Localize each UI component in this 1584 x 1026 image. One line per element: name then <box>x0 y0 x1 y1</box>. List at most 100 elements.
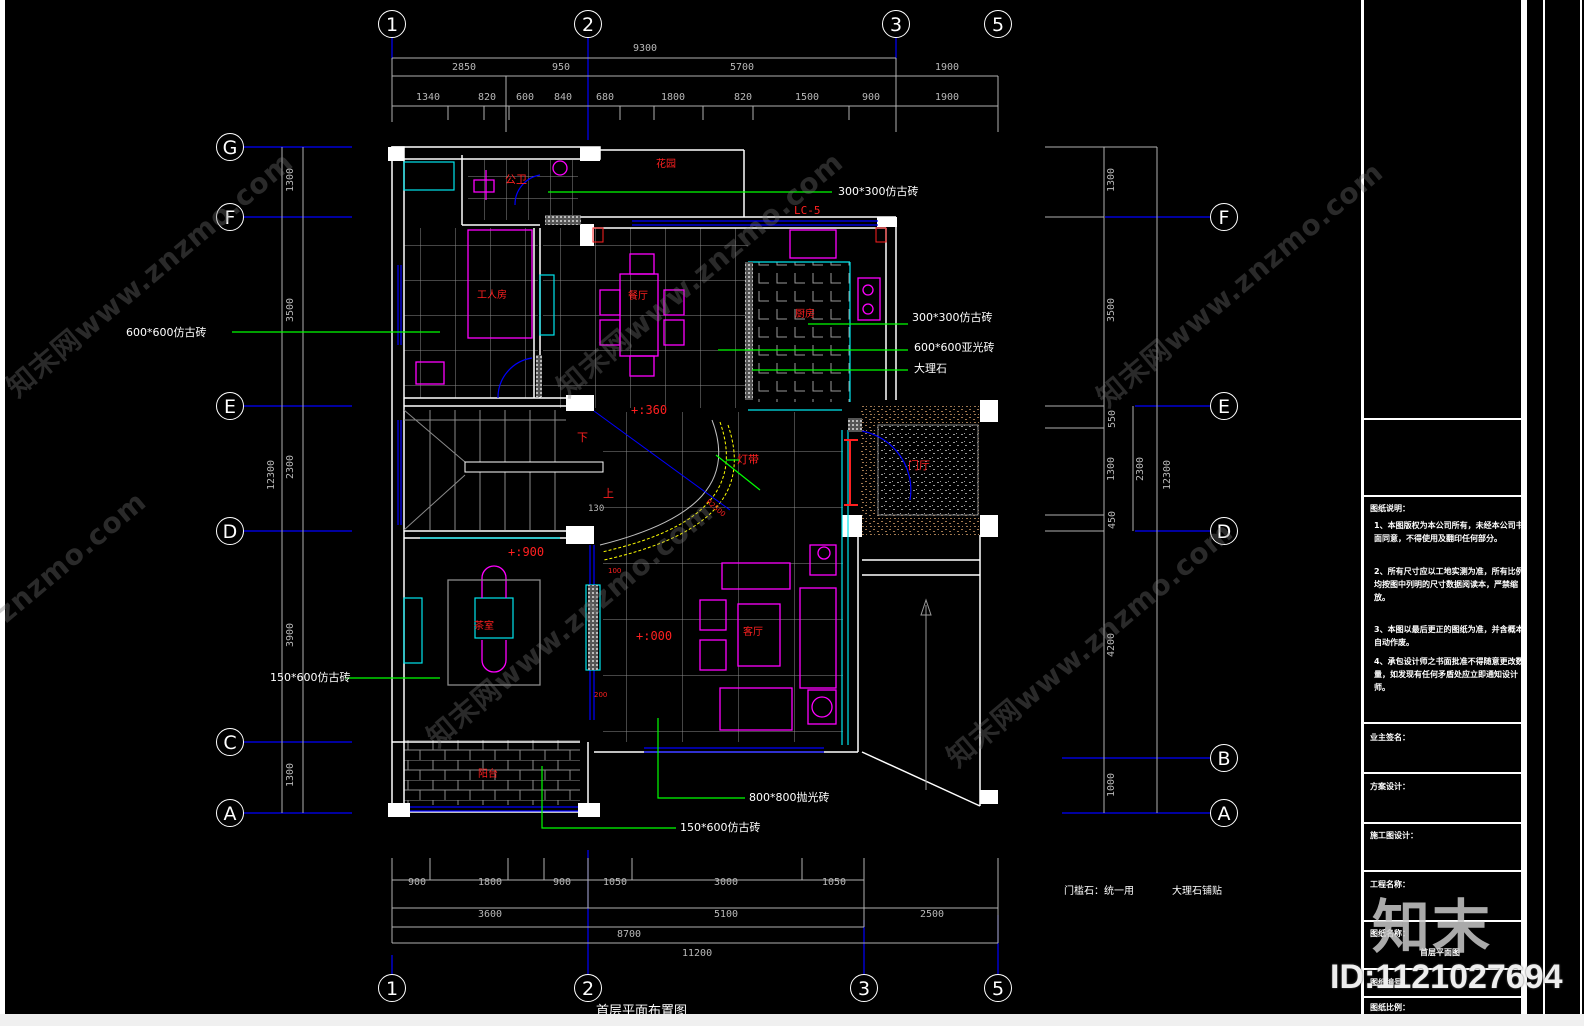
room-label-light-strip: 灯带 <box>737 453 759 466</box>
tb-note-3: 3、本图以最后更正的图纸为准，并含概本自动作废。 <box>1374 625 1524 647</box>
dim-top-5700: 5700 <box>730 62 755 73</box>
dim-bottom-900b: 900 <box>553 877 572 888</box>
axis-bubble-top-3: 3 <box>882 10 910 38</box>
stair-down-label: 下 <box>577 431 588 444</box>
dim-bottom-900a: 900 <box>408 877 427 888</box>
axis-bubble-right-A: A <box>1210 799 1238 827</box>
dim-top-1800: 1800 <box>661 92 686 103</box>
dim-top-1900a: 1900 <box>935 62 960 73</box>
axis-bubble-left-C: C <box>216 728 244 756</box>
dim-right-3500: 3500 <box>1106 297 1118 323</box>
watermark-id: ID:1121027694 <box>1330 958 1563 996</box>
dim-detail-200: 200 <box>594 691 608 699</box>
note-threshold-material: 大理石铺贴 <box>1172 886 1222 897</box>
dim-top-1900b: 1900 <box>935 92 960 103</box>
watermark-logo: 知末 <box>1372 893 1493 961</box>
room-label-tea-room: 茶室 <box>474 621 494 632</box>
note-kitchen-tile: 300*300仿古砖 <box>912 311 993 324</box>
tb-drawing-scale: 图纸比例： <box>1370 1003 1410 1012</box>
room-label-balcony: 阳台 <box>478 769 498 780</box>
dim-right-total: 12300 <box>1162 459 1174 491</box>
dim-right-450: 450 <box>1107 510 1119 530</box>
stair-up-label: 上 <box>603 487 614 500</box>
axis-bubble-top-2: 2 <box>574 10 602 38</box>
dim-right-2300: 2300 <box>1135 456 1147 482</box>
tb-divider-5 <box>1363 822 1523 824</box>
elevation-upper: +:360 <box>631 403 668 417</box>
axis-bubble-right-E: E <box>1210 392 1238 420</box>
dim-left-3500: 3500 <box>285 297 297 323</box>
note-marble: 大理石 <box>914 362 947 375</box>
axis-bubble-bottom-5: 5 <box>984 974 1012 1002</box>
elevation-living: +:000 <box>636 629 673 643</box>
tb-note-4: 4、承包设计师之书面批准不得随意更改数量，如发现有任何矛盾处应立即通知设计师。 <box>1374 657 1524 692</box>
dim-left-3900: 3900 <box>285 622 297 648</box>
note-dining-tile: 600*600亚光砖 <box>914 341 995 354</box>
axis-bubble-right-B: B <box>1210 744 1238 772</box>
dim-bottom-3600: 3600 <box>478 909 503 920</box>
note-tea-tile: 150*600仿古砖 <box>270 671 351 684</box>
viewport-bottom-edge <box>0 1014 1584 1026</box>
dim-bottom-1800: 1800 <box>478 877 503 888</box>
tb-note-2: 2、所有尺寸应以工地实测为准，所有比例均按图中列明的尺寸数据阅读本，严禁缩放。 <box>1374 567 1524 602</box>
room-label-garden: 花园 <box>656 159 676 170</box>
dim-top-820a: 820 <box>478 92 497 103</box>
axis-bubble-bottom-2: 2 <box>574 974 602 1002</box>
dim-top-680: 680 <box>596 92 615 103</box>
tb-note-1: 1、本图版权为本公司所有，未经本公司书面同意，不得使用及翻印任何部分。 <box>1374 521 1524 543</box>
dim-top-900: 900 <box>862 92 881 103</box>
stairs <box>403 409 604 531</box>
dim-top-total: 9300 <box>633 43 658 54</box>
cad-drawing-canvas: 1 2 3 5 1 2 3 5 G F E D C A F E D B A 93… <box>0 0 1584 1026</box>
tb-construction-design: 施工图设计： <box>1370 831 1418 840</box>
dim-bottom-1050b: 1050 <box>822 877 847 888</box>
room-label-public-bath: 公卫 <box>505 173 527 186</box>
room-label-servant-room: 工人房 <box>477 290 507 301</box>
dim-bottom-3000: 3000 <box>714 877 739 888</box>
dim-left-total: 12300 <box>266 459 278 491</box>
dim-top-840: 840 <box>554 92 573 103</box>
axis-bubble-bottom-3: 3 <box>850 974 878 1002</box>
note-servant-tile: 600*600仿古砖 <box>126 326 207 339</box>
note-balcony-tile: 150*600仿古砖 <box>680 821 761 834</box>
dim-right-1300: 1300 <box>1106 167 1118 193</box>
tb-divider-2 <box>1363 495 1523 497</box>
axis-bubble-left-E: E <box>216 392 244 420</box>
axis-bubble-left-G: G <box>216 133 244 161</box>
dim-bottom-total: 11200 <box>682 948 713 959</box>
room-label-kitchen: 厨房 <box>795 309 815 320</box>
dim-bottom-8700: 8700 <box>617 929 642 940</box>
axis-bubble-bottom-1: 1 <box>378 974 406 1002</box>
note-bath-tile: 300*300仿古砖 <box>838 185 919 198</box>
axis-bubble-top-1: 1 <box>378 10 406 38</box>
dim-top-600: 600 <box>516 92 535 103</box>
room-label-foyer: 门厅 <box>908 459 930 472</box>
dim-bottom-1050a: 1050 <box>603 877 628 888</box>
dim-top-950: 950 <box>552 62 571 73</box>
dim-top-2850: 2850 <box>452 62 477 73</box>
dim-bottom-2500: 2500 <box>920 909 945 920</box>
note-threshold: 门槛石：统一用 <box>1064 886 1134 897</box>
room-label-living: 客厅 <box>743 627 763 638</box>
dim-bottom-5100: 5100 <box>714 909 739 920</box>
axis-bubble-right-F: F <box>1210 203 1238 231</box>
dim-right-1000: 1000 <box>1106 772 1118 798</box>
dim-top-820b: 820 <box>734 92 753 103</box>
dim-top-1500: 1500 <box>795 92 820 103</box>
tb-divider-3 <box>1363 722 1523 724</box>
dim-detail-130: 130 <box>588 504 605 514</box>
entrance-arrow <box>920 598 932 790</box>
tb-divider-6 <box>1363 870 1523 872</box>
elevation-tea: +:900 <box>508 545 545 559</box>
dim-left-2300: 2300 <box>285 454 297 480</box>
axis-bubble-left-D: D <box>216 517 244 545</box>
axis-bubble-left-A: A <box>216 799 244 827</box>
dim-left-1300b: 1300 <box>285 762 297 788</box>
tb-divider-4 <box>1363 772 1523 774</box>
tb-notes-heading: 图纸说明： <box>1370 504 1410 513</box>
note-living-tile: 800*800抛光砖 <box>749 791 830 804</box>
tb-scheme-design: 方案设计： <box>1370 782 1410 791</box>
dim-top-1340: 1340 <box>416 92 441 103</box>
tb-owner-sign: 业主签名： <box>1370 733 1410 742</box>
axis-bubble-top-5: 5 <box>984 10 1012 38</box>
